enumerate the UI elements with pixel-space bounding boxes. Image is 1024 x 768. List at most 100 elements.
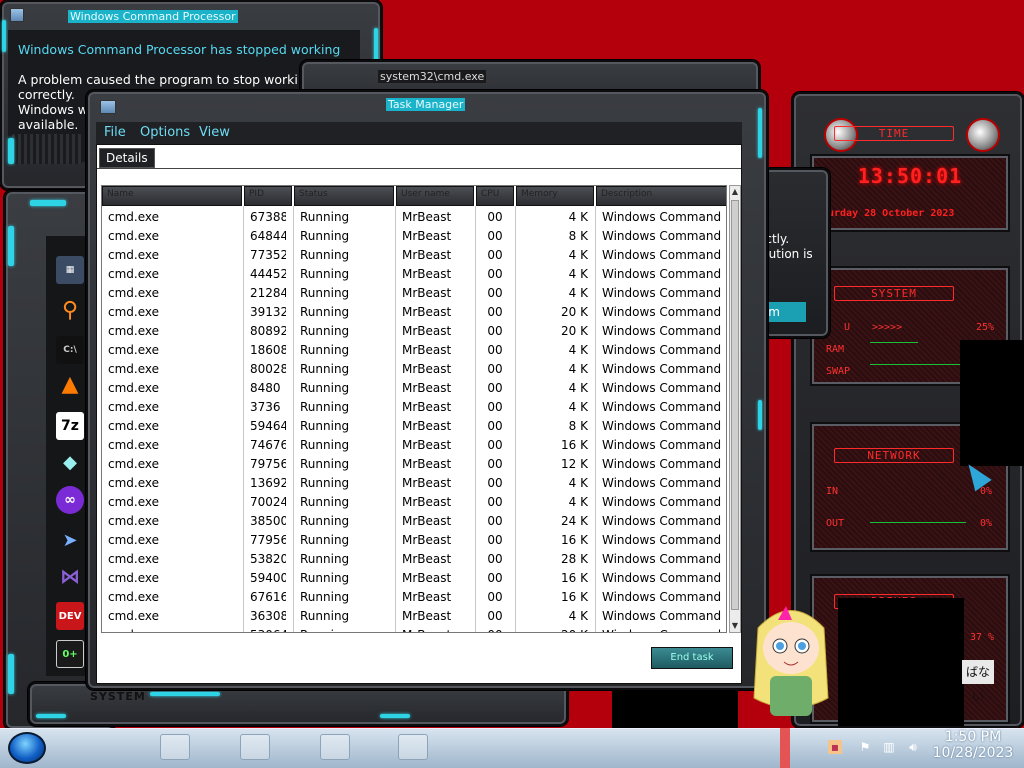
menu-view[interactable]: View (199, 125, 230, 140)
table-row[interactable]: cmd.exe 77352 Running MrBeast 00 4 K Windows C… (102, 246, 726, 265)
cell-cpu: 00 (487, 419, 503, 433)
game-icon[interactable]: ∞ (56, 486, 84, 514)
cell-pid: 59400 (250, 571, 286, 585)
pointer-tool-icon[interactable]: ➤ (56, 526, 84, 554)
frame-accent (2, 20, 6, 52)
cell-mem: 16 K (561, 590, 588, 604)
cpu-value: 25% (976, 322, 995, 333)
visual-studio-icon[interactable]: ⋈ (56, 562, 84, 590)
cell-mem: 4 K (568, 400, 588, 414)
start-button[interactable] (8, 732, 46, 764)
cell-desc: Windows Command... (602, 267, 722, 281)
cell-pid: 53064 (250, 628, 286, 632)
menu-file[interactable]: File (104, 125, 126, 140)
table-row[interactable]: cmd.exe 53064 Running MrBeast 00 20 K Windows … (102, 626, 726, 632)
cell-user: MrBeast (402, 476, 452, 490)
console-icon[interactable]: C:\ (56, 336, 84, 364)
column-header-mem[interactable]: Memory (516, 186, 594, 206)
scroll-down-icon[interactable]: ▼ (730, 620, 740, 632)
table-row[interactable]: cmd.exe 13692 Running MrBeast 00 4 K Windows C… (102, 474, 726, 493)
cell-cpu: 00 (482, 628, 508, 632)
column-header-status[interactable]: Status (294, 186, 394, 206)
cell-desc: Windows Command... (602, 419, 722, 433)
7zip-icon[interactable]: 7z (56, 412, 84, 440)
table-row[interactable]: cmd.exe 79756 Running MrBeast 00 12 K Windows … (102, 455, 726, 474)
taskbar-app-button[interactable] (160, 734, 190, 760)
cell-desc: Windows Command... (602, 286, 722, 300)
table-row[interactable]: cmd.exe 53820 Running MrBeast 00 28 K Windows … (102, 550, 726, 569)
tray-app-icon[interactable]: ▪ (828, 740, 842, 754)
cell-cpu: 00 (487, 362, 503, 376)
cell-pid: 44452 (250, 267, 286, 281)
cell-pid: 21284 (250, 286, 286, 300)
cell-mem: 4 K (568, 609, 588, 623)
frame-accent (8, 226, 14, 266)
cell-user: MrBeast (402, 590, 452, 604)
cell-desc: Windows Command... (602, 457, 722, 471)
column-header-pid[interactable]: PID (244, 186, 292, 206)
cell-status: Running (300, 571, 350, 585)
cell-name: cmd.exe (108, 286, 160, 300)
table-row[interactable]: cmd.exe 67616 Running MrBeast 00 16 K Windows … (102, 588, 726, 607)
cell-desc: Windows Command... (602, 514, 722, 528)
table-row[interactable]: cmd.exe 39132 Running MrBeast 00 20 K Windows … (102, 303, 726, 322)
network-icon[interactable]: ▥ (882, 740, 896, 754)
cell-cpu: 00 (487, 324, 503, 338)
frame-accent (8, 138, 14, 164)
table-row[interactable]: cmd.exe 77956 Running MrBeast 00 16 K Windows … (102, 531, 726, 550)
taskbar-app-button[interactable] (240, 734, 270, 760)
search-magnifier-icon[interactable]: ⚲ (56, 296, 84, 324)
cell-pid: 79756 (250, 457, 286, 471)
table-row[interactable]: cmd.exe 18608 Running MrBeast 00 4 K Windows C… (102, 341, 726, 360)
prism-icon[interactable]: ◆ (56, 448, 84, 476)
cell-cpu: 00 (487, 571, 503, 585)
vertical-scrollbar[interactable]: ▲ ▼ (729, 185, 741, 633)
end-task-button[interactable]: End task (651, 647, 733, 669)
table-row[interactable]: cmd.exe 3736 Running MrBeast 00 4 K Windows Co… (102, 398, 726, 417)
table-row[interactable]: cmd.exe 80892 Running MrBeast 00 20 K Windows … (102, 322, 726, 341)
taskbar-app-button[interactable] (320, 734, 350, 760)
table-row[interactable]: cmd.exe 44452 Running MrBeast 00 4 K Windows C… (102, 265, 726, 284)
swap-bar (870, 364, 970, 365)
table-row[interactable]: cmd.exe 80028 Running MrBeast 00 4 K Windows C… (102, 360, 726, 379)
table-row[interactable]: cmd.exe 21284 Running MrBeast 00 4 K Windows C… (102, 284, 726, 303)
table-row[interactable]: cmd.exe 8480 Running MrBeast 00 4 K Windows Co… (102, 379, 726, 398)
cell-cpu: 00 (487, 476, 503, 490)
network-gadget-title: NETWORK (834, 448, 954, 463)
cell-desc: Windows Command... (602, 552, 722, 566)
tab-details[interactable]: Details (99, 148, 155, 168)
cell-pid: 8480 (250, 381, 281, 395)
scrollbar-thumb[interactable] (731, 200, 739, 610)
vlc-icon[interactable]: ▲ (56, 370, 84, 398)
cpu-bar: >>>>> (872, 322, 903, 333)
taskbar-app-button[interactable] (398, 734, 428, 760)
menu-options[interactable]: Options (140, 125, 190, 140)
cmd-prompt-icon[interactable]: ▦ (56, 256, 84, 284)
table-row[interactable]: cmd.exe 74676 Running MrBeast 00 16 K Windows … (102, 436, 726, 455)
dev-cpp-icon[interactable]: DEV (56, 602, 84, 630)
frame-accent (30, 200, 66, 206)
action-center-flag-icon[interactable]: ⚑ (858, 740, 872, 754)
taskbar-clock[interactable]: 1:50 PM 10/28/2023 (928, 729, 1018, 761)
table-row[interactable]: cmd.exe 70024 Running MrBeast 00 4 K Windows C… (102, 493, 726, 512)
volume-icon[interactable]: 🔊︎ (906, 740, 920, 754)
cell-status: Running (300, 400, 350, 414)
cell-mem: 20 K (561, 324, 588, 338)
table-row[interactable]: cmd.exe 59464 Running MrBeast 00 8 K Windows C… (102, 417, 726, 436)
table-row[interactable]: cmd.exe 67388 Running MrBeast 00 4 K Windows C… (102, 208, 726, 227)
scroll-up-icon[interactable]: ▲ (730, 186, 740, 198)
table-row[interactable]: cmd.exe 64844 Running MrBeast 00 8 K Windows C… (102, 227, 726, 246)
cell-desc: Windows Command... (602, 248, 722, 262)
japanese-button-fragment[interactable]: ばない (962, 660, 994, 703)
battery-icon[interactable]: 0+ (56, 640, 84, 668)
taskbar-marker (780, 728, 790, 768)
column-header-desc[interactable]: Description (596, 186, 726, 206)
table-row[interactable]: cmd.exe 36308 Running MrBeast 00 4 K Windows C… (102, 607, 726, 626)
column-header-name[interactable]: Name (102, 186, 242, 206)
cell-pid: 53820 (250, 552, 286, 566)
table-row[interactable]: cmd.exe 38500 Running MrBeast 00 24 K Windows … (102, 512, 726, 531)
column-header-cpu[interactable]: CPU (476, 186, 514, 206)
cell-desc: Windows Command... (602, 362, 722, 376)
table-row[interactable]: cmd.exe 59400 Running MrBeast 00 16 K Windows … (102, 569, 726, 588)
column-header-user[interactable]: User name (396, 186, 474, 206)
